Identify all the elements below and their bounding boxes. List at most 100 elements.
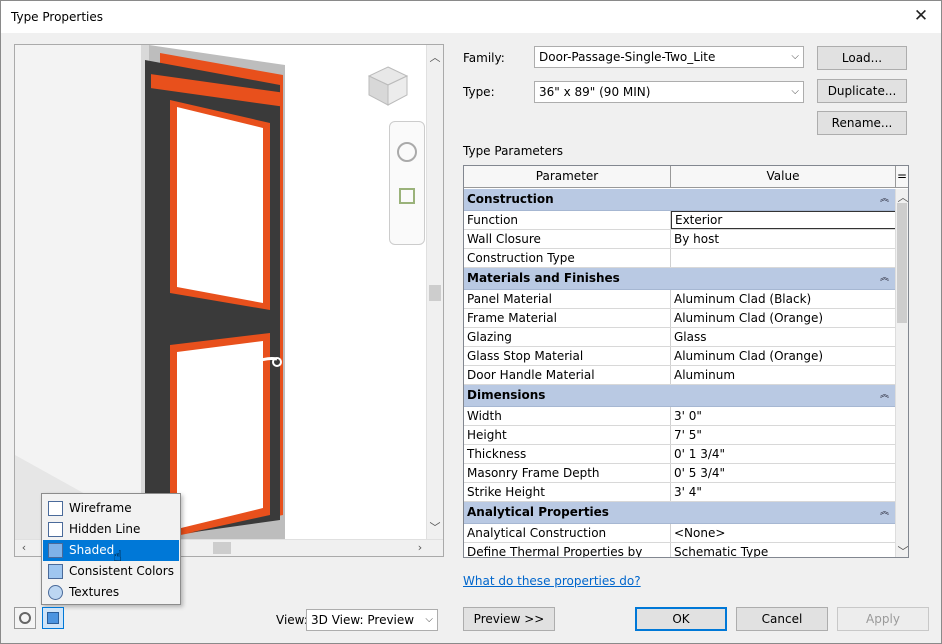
parameter-value[interactable]: 3' 4" (671, 483, 896, 501)
parameter-value[interactable]: Aluminum Clad (Orange) (671, 309, 896, 327)
zoom-icon[interactable] (399, 188, 415, 204)
parameter-row[interactable]: Height 7' 5" (464, 426, 906, 445)
column-header-equals[interactable]: = (896, 166, 908, 187)
family-label: Family: (463, 51, 505, 65)
parameter-rows: Construction ︽ Function Exterior Wall Closur… (464, 189, 906, 557)
preview-vertical-scrollbar[interactable]: ︿ ﹀ (426, 45, 443, 539)
menu-item-textures[interactable]: Textures (43, 582, 179, 603)
preview-button[interactable]: Preview >> (463, 607, 555, 631)
group-title: Dimensions (467, 388, 546, 402)
steering-wheel-button[interactable] (14, 607, 36, 629)
grid-vertical-scrollbar[interactable]: ︿ ﹀ (895, 189, 909, 557)
group-header[interactable]: Materials and Finishes ︽ (464, 268, 896, 290)
collapse-icon[interactable]: ︽ (880, 189, 889, 210)
scroll-left-icon[interactable]: ‹ (17, 541, 31, 554)
view-cube[interactable] (365, 63, 411, 109)
hscroll-thumb[interactable] (213, 542, 231, 554)
duplicate-button[interactable]: Duplicate... (817, 79, 907, 103)
parameter-value[interactable]: Aluminum Clad (Orange) (671, 347, 896, 365)
parameter-name: Masonry Frame Depth (464, 464, 671, 482)
chevron-down-icon: ⌵ (791, 86, 799, 97)
parameter-row[interactable]: Glass Stop Material Aluminum Clad (Orange… (464, 347, 906, 366)
type-value: 36" x 89" (90 MIN) (539, 85, 651, 99)
menu-item-hidden-line[interactable]: Hidden Line (43, 519, 179, 540)
parameter-row[interactable]: Construction Type (464, 249, 906, 268)
visual-style-button[interactable] (42, 607, 64, 629)
parameter-value[interactable]: 0' 5 3/4" (671, 464, 896, 482)
parameter-name: Glazing (464, 328, 671, 346)
parameter-value[interactable]: Exterior (671, 211, 896, 229)
apply-button[interactable]: Apply (837, 607, 929, 631)
parameter-row[interactable]: Analytical Construction <None> (464, 524, 906, 543)
collapse-icon[interactable]: ︽ (880, 385, 889, 406)
group-header[interactable]: Analytical Properties ︽ (464, 502, 896, 524)
parameter-row[interactable]: Panel Material Aluminum Clad (Black) (464, 290, 906, 309)
menu-label: Shaded (69, 543, 115, 557)
type-select[interactable]: 36" x 89" (90 MIN) ⌵ (534, 81, 804, 103)
window-title: Type Properties (11, 10, 104, 24)
parameter-value[interactable]: Aluminum (671, 366, 896, 384)
scroll-thumb[interactable] (429, 285, 441, 301)
close-icon[interactable]: ✕ (909, 5, 933, 29)
parameter-value[interactable]: Glass (671, 328, 896, 346)
consistent-colors-icon (48, 564, 63, 579)
parameter-row[interactable]: Thickness 0' 1 3/4" (464, 445, 906, 464)
group-header[interactable]: Construction ︽ (464, 189, 896, 211)
scroll-up-icon[interactable]: ︿ (428, 49, 442, 65)
parameter-value[interactable]: Aluminum Clad (Black) (671, 290, 896, 308)
parameter-name: Thickness (464, 445, 671, 463)
parameter-value[interactable]: 7' 5" (671, 426, 896, 444)
mouse-cursor-icon: ☝ (113, 547, 123, 565)
steering-wheel-icon[interactable] (397, 142, 417, 162)
group-title: Materials and Finishes (467, 271, 620, 285)
parameter-value[interactable]: By host (671, 230, 896, 248)
menu-item-wireframe[interactable]: Wireframe (43, 498, 179, 519)
parameter-row[interactable]: Frame Material Aluminum Clad (Orange) (464, 309, 906, 328)
parameter-value[interactable]: 3' 0" (671, 407, 896, 425)
parameter-row[interactable]: Function Exterior (464, 211, 896, 230)
parameter-name: Function (464, 211, 671, 229)
parameter-value[interactable]: 0' 1 3/4" (671, 445, 896, 463)
parameter-row[interactable]: Strike Height 3' 4" (464, 483, 906, 502)
preview-pane[interactable]: ︿ ﹀ ‹ › (14, 44, 444, 557)
rename-button[interactable]: Rename... (817, 111, 907, 135)
type-properties-dialog: Type Properties ✕ ︿ ﹀ ‹ › Wireframe Hidd… (0, 0, 942, 644)
scroll-right-icon[interactable]: › (413, 541, 427, 554)
parameter-value[interactable]: Schematic Type (671, 543, 896, 557)
collapse-icon[interactable]: ︽ (880, 502, 889, 523)
collapse-icon[interactable]: ︽ (880, 268, 889, 289)
view-select[interactable]: 3D View: Preview ⌵ (306, 609, 438, 631)
parameter-row[interactable]: Glazing Glass (464, 328, 906, 347)
ok-button[interactable]: OK (635, 607, 727, 631)
column-header-value[interactable]: Value (671, 166, 896, 187)
family-select[interactable]: Door-Passage-Single-Two_Lite ⌵ (534, 46, 804, 68)
parameter-row[interactable]: Masonry Frame Depth 0' 5 3/4" (464, 464, 906, 483)
textures-icon (48, 585, 63, 600)
grid-header: Parameter Value = (464, 166, 908, 188)
parameter-name: Wall Closure (464, 230, 671, 248)
menu-item-consistent-colors[interactable]: Consistent Colors (43, 561, 179, 582)
parameter-row[interactable]: Wall Closure By host (464, 230, 896, 249)
menu-item-shaded[interactable]: Shaded (43, 540, 179, 561)
help-link[interactable]: What do these properties do? (463, 574, 641, 588)
parameter-row[interactable]: Door Handle Material Aluminum (464, 366, 906, 385)
scroll-thumb[interactable] (897, 203, 907, 323)
cancel-button[interactable]: Cancel (736, 607, 828, 631)
navigation-bar[interactable] (389, 121, 425, 245)
hidden-line-icon (48, 522, 63, 537)
parameter-name: Frame Material (464, 309, 671, 327)
parameter-row[interactable]: Width 3' 0" (464, 407, 906, 426)
parameter-row[interactable]: Define Thermal Properties by Schematic Ty… (464, 543, 906, 557)
group-header[interactable]: Dimensions ︽ (464, 385, 896, 407)
parameter-name: Panel Material (464, 290, 671, 308)
parameter-value[interactable]: <None> (671, 524, 896, 542)
door-preview (15, 45, 427, 539)
load-button[interactable]: Load... (817, 46, 907, 70)
column-header-parameter[interactable]: Parameter (464, 166, 671, 187)
chevron-down-icon: ⌵ (425, 614, 433, 625)
group-title: Analytical Properties (467, 505, 609, 519)
scroll-down-icon[interactable]: ﹀ (428, 519, 442, 535)
chevron-down-icon: ⌵ (791, 51, 799, 62)
parameter-value[interactable] (671, 249, 896, 267)
scroll-down-icon[interactable]: ﹀ (896, 543, 909, 557)
